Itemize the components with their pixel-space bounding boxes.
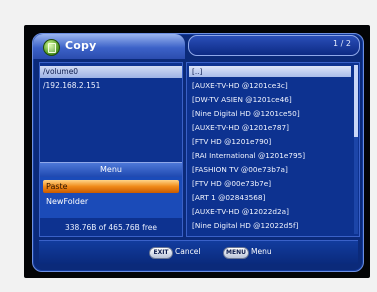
list-item[interactable]: [..]	[189, 66, 351, 77]
menu-item-paste[interactable]: Paste	[43, 180, 179, 193]
list-item[interactable]: [RAI International @1201e795]	[189, 150, 351, 161]
list-item[interactable]: [ART 1 @02843568]	[189, 192, 351, 203]
title-bar: Copy	[33, 34, 185, 59]
list-item[interactable]: [FTV HD @1201e790]	[189, 136, 351, 147]
list-item[interactable]: [FASHION TV @00e73b7a]	[189, 164, 351, 175]
tv-screen: Copy 1 / 2 /volume0 /192.168.2.151 Menu …	[24, 25, 370, 278]
source-pane: /volume0 /192.168.2.151 Menu Paste NewFo…	[39, 62, 183, 237]
list-item[interactable]: [Nine Digital HD @12022d5f]	[189, 220, 351, 231]
menu-title: Menu	[40, 163, 182, 177]
button-bar: EXIT Cancel MENU Menu	[39, 240, 358, 264]
copy-dialog: Copy 1 / 2 /volume0 /192.168.2.151 Menu …	[32, 33, 364, 272]
menu-key-icon[interactable]: MENU	[223, 247, 249, 259]
list-item[interactable]: [AUXE-TV-HD @1201ce3c]	[189, 80, 351, 91]
folder-item-volume0[interactable]: /volume0	[40, 66, 182, 78]
menu-popup: Menu Paste NewFolder	[40, 162, 182, 218]
copy-icon	[43, 39, 60, 56]
list-item[interactable]: [FTV HD @00e73b7e]	[189, 178, 351, 189]
list-item[interactable]: [AUXE-TV-HD @1201e787]	[189, 122, 351, 133]
cancel-label[interactable]: Cancel	[175, 247, 200, 257]
page-number: 1 / 2	[333, 39, 351, 48]
menu-item-newfolder[interactable]: NewFolder	[43, 195, 179, 208]
dialog-title: Copy	[65, 39, 97, 52]
scrollbar[interactable]	[354, 65, 358, 234]
free-space-label: 338.76B of 465.76B free	[65, 223, 157, 232]
scrollbar-thumb[interactable]	[354, 65, 358, 137]
file-list: [..] [AUXE-TV-HD @1201ce3c] [DW-TV ASIEN…	[186, 62, 360, 237]
list-item[interactable]: [AUXE-TV-HD @12022d2a]	[189, 206, 351, 217]
page-indicator: 1 / 2	[188, 35, 360, 56]
exit-key-icon[interactable]: EXIT	[149, 247, 173, 259]
list-item[interactable]: [DW-TV ASIEN @1201ce46]	[189, 94, 351, 105]
menu-label[interactable]: Menu	[251, 247, 272, 257]
folder-item-network[interactable]: /192.168.2.151	[43, 81, 100, 90]
list-item[interactable]: [Nine Digital HD @1201ce50]	[189, 108, 351, 119]
